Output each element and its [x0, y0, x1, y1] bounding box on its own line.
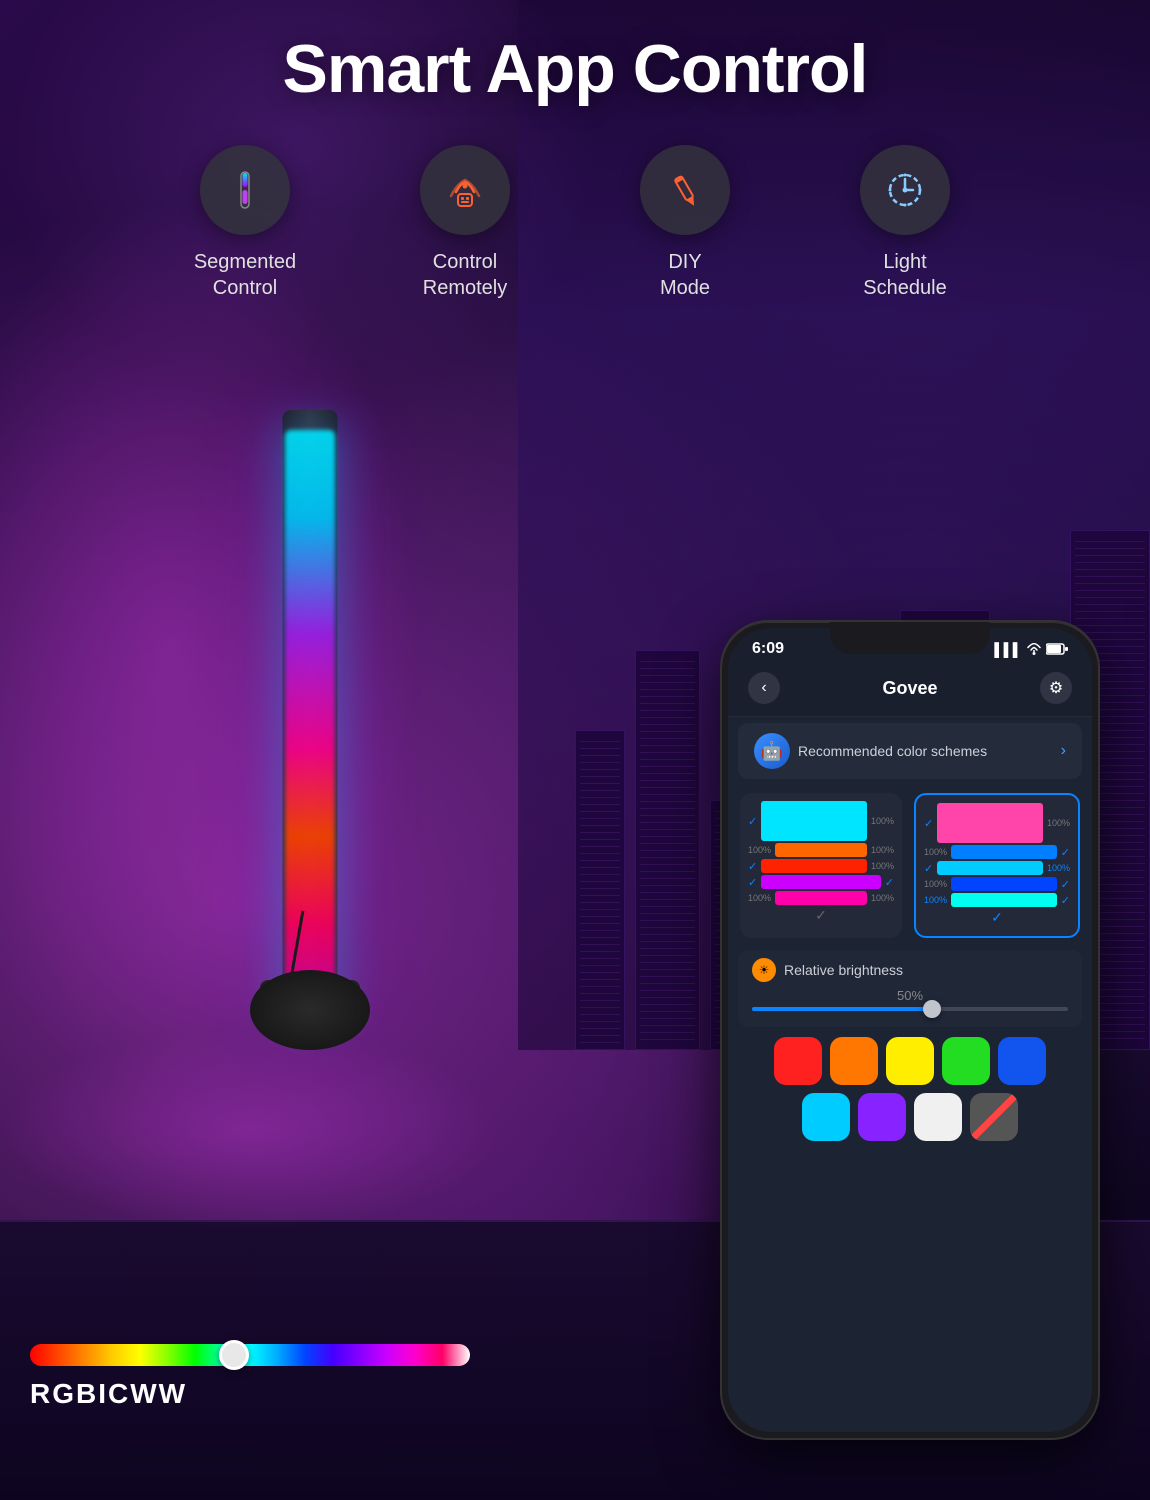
brightness-thumb[interactable]: [923, 1000, 941, 1018]
status-icons: ▌▌▌: [994, 642, 1068, 657]
scheme-row: 100% ✓: [924, 893, 1070, 907]
light-bar-container: [120, 350, 500, 1050]
brightness-title: Relative brightness: [784, 962, 903, 978]
swatch-yellow[interactable]: [886, 1037, 934, 1085]
pencil-icon: [663, 168, 707, 212]
header: Smart App Control: [0, 30, 1150, 108]
swatch-white[interactable]: [914, 1093, 962, 1141]
light-bar-stand: [250, 970, 370, 1050]
recommended-text: Recommended color schemes: [798, 743, 987, 759]
brightness-slider[interactable]: [752, 1007, 1068, 1011]
scheme-row: ✓ 100%: [748, 859, 894, 873]
swatch-green[interactable]: [942, 1037, 990, 1085]
scheme-row: ✓ 100%: [924, 861, 1070, 875]
feature-schedule-label: LightSchedule: [863, 249, 946, 301]
palette-row-2: [740, 1093, 1080, 1141]
swatch-none[interactable]: [970, 1093, 1018, 1141]
feature-diy-label: DIYMode: [660, 249, 710, 301]
color-scheme-grid: ✓ 100% 100% 100% ✓ 100%: [728, 785, 1092, 946]
swatch-orange[interactable]: [830, 1037, 878, 1085]
scheme-row: ✓ ✓: [748, 875, 894, 889]
scheme-row: ✓ 100%: [924, 803, 1070, 843]
segmented-control-icon-circle: [200, 145, 290, 235]
brightness-fill: [752, 1007, 926, 1011]
brightness-section: ☀ Relative brightness 50%: [738, 950, 1082, 1027]
phone-screen: 6:09 ▌▌▌: [728, 628, 1092, 1432]
app-header: ‹ Govee ⚙: [728, 664, 1092, 717]
brightness-icon: ☀: [752, 958, 776, 982]
recommended-banner[interactable]: 🤖 Recommended color schemes ›: [738, 723, 1082, 779]
diy-mode-icon-circle: [640, 145, 730, 235]
app-title: Govee: [882, 678, 937, 699]
feature-segmented-control: SegmentedControl: [165, 145, 325, 301]
rgbicww-label: RGBICWW: [30, 1378, 530, 1410]
battery-icon: [1046, 643, 1068, 655]
swatch-cyan[interactable]: [802, 1093, 850, 1141]
light-bar-icon: [223, 168, 267, 212]
scheme-row: 100% 100%: [748, 843, 894, 857]
swatch-purple[interactable]: [858, 1093, 906, 1141]
control-remotely-icon-circle: [420, 145, 510, 235]
remote-icon: [441, 166, 489, 214]
palette-row-1: [740, 1037, 1080, 1085]
phone-container: 6:09 ▌▌▌: [720, 620, 1100, 1440]
rgbicww-section: RGBICWW: [30, 1344, 530, 1410]
feature-remotely-label: ControlRemotely: [423, 249, 507, 301]
settings-button[interactable]: ⚙: [1040, 672, 1072, 704]
scheme-row: 100% ✓: [924, 845, 1070, 859]
scheme-row: 100% 100%: [748, 891, 894, 905]
brightness-pct: 50%: [752, 988, 1068, 1003]
phone-outer: 6:09 ▌▌▌: [720, 620, 1100, 1440]
light-schedule-icon-circle: [860, 145, 950, 235]
robot-icon: 🤖: [754, 733, 790, 769]
scheme-col-right[interactable]: ✓ 100% 100% ✓ ✓ 100%: [914, 793, 1080, 938]
swatch-blue[interactable]: [998, 1037, 1046, 1085]
back-button[interactable]: ‹: [748, 672, 780, 704]
clock-icon: [883, 168, 927, 212]
feature-light-schedule: LightSchedule: [825, 145, 985, 301]
feature-control-remotely: ControlRemotely: [385, 145, 545, 301]
slider-thumb[interactable]: [219, 1340, 249, 1370]
signal-icon: ▌▌▌: [994, 642, 1022, 657]
light-bar-glow: [285, 430, 335, 1010]
phone-notch: [830, 622, 990, 654]
scheme-row: 100% ✓: [924, 877, 1070, 891]
color-palette: [728, 1031, 1092, 1159]
recommended-left: 🤖 Recommended color schemes: [754, 733, 987, 769]
recommended-arrow: ›: [1061, 742, 1066, 760]
page-title: Smart App Control: [0, 30, 1150, 108]
feature-segmented-label: SegmentedControl: [194, 249, 296, 301]
scheme-col-left[interactable]: ✓ 100% 100% 100% ✓ 100%: [740, 793, 902, 938]
bar-floor-glow: [0, 1030, 500, 1230]
wifi-icon: [1026, 643, 1042, 655]
status-time: 6:09: [752, 640, 784, 658]
color-slider[interactable]: [30, 1344, 470, 1366]
features-row: SegmentedControl ControlRemotely: [0, 145, 1150, 301]
swatch-red[interactable]: [774, 1037, 822, 1085]
scheme-row: ✓ 100%: [748, 801, 894, 841]
feature-diy-mode: DIYMode: [605, 145, 765, 301]
